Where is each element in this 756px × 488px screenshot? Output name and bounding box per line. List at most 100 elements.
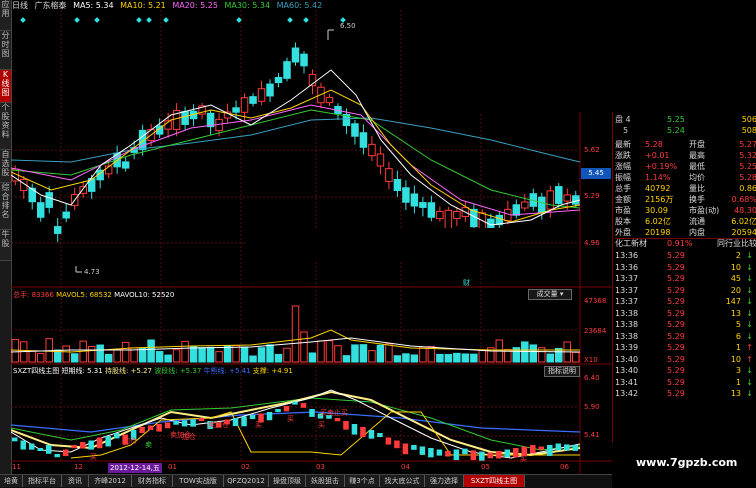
tab-12[interactable]: SXZT四线主图	[464, 475, 525, 487]
tab-4[interactable]: 财务指标	[132, 475, 173, 487]
stat-row: 涨幅 +0.19% 最低 5.25	[615, 162, 756, 172]
stat-value: 0.68%	[731, 195, 756, 204]
indicator-help-button[interactable]: 指标说明	[544, 366, 580, 377]
sector-compare-link[interactable]: 同行业比较	[717, 239, 756, 249]
signal-8: 买卖止买	[320, 409, 348, 417]
volume-bar	[223, 345, 232, 363]
indicator-candle	[538, 446, 545, 450]
tick-row: 13:37 5.29 20 ↓	[615, 286, 756, 296]
tab-10[interactable]: 找大底公式	[380, 475, 425, 487]
stat-row: 涨跌 +0.01 最高 5.32	[615, 151, 756, 161]
indicator-candle	[453, 449, 460, 461]
mavol5-label: MAVOL5: 68532	[56, 291, 112, 299]
finance-marker[interactable]: 财	[463, 278, 470, 288]
sector-row[interactable]: 化工新材 0.91% 同行业比较	[615, 238, 756, 249]
sidebar-tab-stock-info[interactable]: 个股资料	[0, 103, 11, 150]
bull-bear-line	[11, 411, 581, 433]
indicator-candle	[88, 440, 94, 450]
event-markers	[20, 17, 346, 23]
arrow-icon: ↓	[746, 274, 753, 283]
arrow-icon: ↓	[746, 262, 753, 272]
indicator-candle	[198, 418, 205, 422]
volume-bar	[266, 344, 274, 363]
x-cursor-date: 2012-12-14,五	[108, 463, 162, 473]
watermark-text: www.7gpzb.com	[636, 456, 738, 469]
sidebar-tab-kline[interactable]: K线图	[0, 70, 11, 103]
sidebar-tab-bull[interactable]: 牛股	[0, 230, 11, 261]
volume-bar	[461, 353, 470, 363]
tab-3[interactable]: 齐峰2012	[89, 475, 132, 487]
tick-time: 13:37	[615, 297, 639, 306]
stat-value: 5.27	[739, 140, 756, 149]
tab-1[interactable]: 指标平台	[23, 475, 62, 487]
indicator-candle	[283, 406, 290, 412]
hold-line-label: 持股线: +5.27	[104, 367, 152, 375]
volume-bar	[172, 349, 181, 363]
tick-vol: 10	[730, 262, 741, 272]
candle-body	[351, 123, 359, 137]
tick-vol: 1	[735, 377, 741, 387]
signal-0: 买	[90, 453, 97, 461]
vol-y-label-1: 47368	[584, 297, 607, 305]
sidebar-tab-apply[interactable]: 应用	[0, 0, 11, 31]
volume-bar	[478, 349, 487, 363]
stat-key: 内盘	[689, 228, 705, 237]
volume-bar	[308, 352, 317, 363]
volume-bar	[342, 355, 351, 363]
kline-chart-area[interactable]	[11, 0, 612, 474]
tab-5[interactable]: TOW实战版	[173, 475, 224, 487]
tab-8[interactable]: 妖股狙击	[306, 475, 345, 487]
tick-time: 13:39	[615, 343, 639, 352]
vol-y-label-2: 23684	[584, 327, 607, 335]
candle-body	[121, 161, 130, 169]
tab-2[interactable]: 资讯	[62, 475, 89, 487]
indicator-candle	[275, 409, 281, 413]
stat-row: 振幅 1.14% 均价 5.28	[615, 173, 756, 183]
signal-5: 买	[287, 415, 294, 423]
arrow-icon: ↓	[746, 389, 753, 398]
sidebar-tab-timeshare[interactable]: 分时图	[0, 31, 11, 70]
volume-header: 总手: 83366 MAVOL5: 68532 MAVOL10: 52520	[13, 290, 174, 300]
indicator-candle	[411, 445, 417, 450]
indicator-candle	[181, 420, 188, 427]
tab-0[interactable]: 培黄	[0, 475, 23, 487]
volume-bar	[291, 305, 300, 363]
indicator-candle	[530, 445, 536, 454]
stat-value: 20198	[645, 228, 671, 237]
candle-body	[512, 204, 521, 216]
tab-7[interactable]: 操盘顶级	[269, 475, 306, 487]
arrow-icon: ↑	[746, 343, 753, 352]
stat-key: 股本	[615, 217, 631, 226]
stat-row: 外盘 20198 内盘 20594	[615, 228, 756, 238]
sidebar-tab-ranking[interactable]: 综合排名	[0, 183, 11, 230]
ind-y-label-3: 5.41	[584, 431, 600, 439]
x-label-5: 03	[316, 463, 325, 471]
stat-key: 振幅	[615, 173, 631, 182]
candle-body	[45, 192, 53, 208]
candle-body	[266, 83, 274, 97]
x-label-0: 11	[12, 463, 21, 471]
tick-price: 5.29	[667, 308, 685, 318]
tab-6[interactable]: QFZQ2012	[224, 475, 269, 487]
indicator-candle	[232, 418, 239, 427]
volume-bar	[546, 353, 555, 363]
bottom-tab-bar: 培黄 指标平台 资讯 齐峰2012 财务指标 TOW实战版 QFZQ2012 操…	[0, 474, 612, 488]
candle-body	[368, 143, 376, 157]
tick-price: 5.29	[667, 285, 685, 295]
ask-vol: 508	[741, 126, 756, 135]
indicator-candle	[164, 422, 171, 429]
tab-11[interactable]: 强力选择	[425, 475, 464, 487]
arrow-icon: ↓	[746, 377, 753, 387]
tick-row: 13:40 5.29 10 ↑	[615, 355, 756, 365]
volume-type-button[interactable]: 成交量 ▾	[528, 289, 572, 300]
x-label-1: 12	[74, 463, 83, 471]
volume-bar	[351, 344, 359, 363]
candle-body	[538, 196, 546, 214]
sidebar-tab-watchlist[interactable]: 自选股	[0, 150, 11, 183]
volume-bar	[198, 347, 206, 363]
stat-key: 外盘	[615, 228, 631, 237]
ask-label: 盘 4	[615, 115, 631, 124]
overlay-box	[246, 228, 510, 260]
tab-9[interactable]: 赚3个点	[345, 475, 380, 487]
tick-row: 13:36 5.29 2 ↓	[615, 251, 756, 261]
